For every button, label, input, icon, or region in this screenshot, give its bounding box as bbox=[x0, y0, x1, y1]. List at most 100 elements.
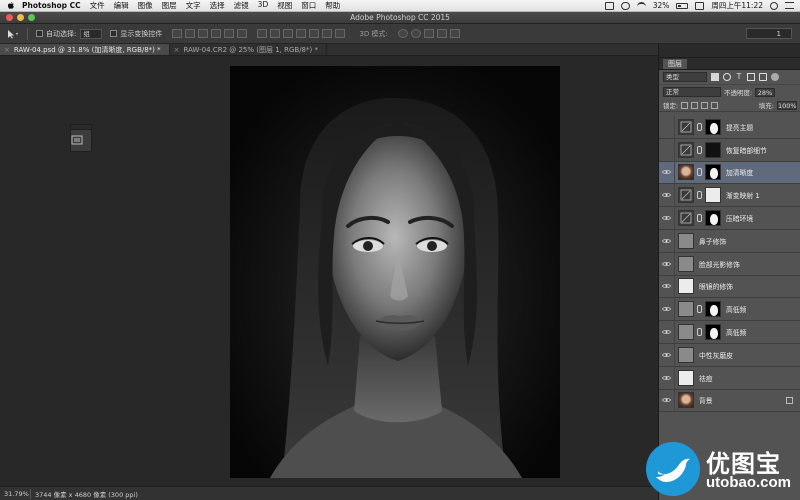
layer-row[interactable]: 祛痘 bbox=[659, 366, 800, 390]
align-right-button[interactable] bbox=[237, 29, 248, 38]
3d-slide-button[interactable] bbox=[436, 29, 447, 38]
layer-row[interactable]: 中性灰磨皮 bbox=[659, 343, 800, 367]
document-tab[interactable]: × RAW-04.psd @ 31.8% (加清晰度, RGB/8*) * bbox=[0, 44, 170, 55]
menu-item[interactable]: 帮助 bbox=[325, 0, 340, 11]
layer-name[interactable]: 压暗环境 bbox=[726, 213, 753, 223]
cloud-icon[interactable] bbox=[620, 1, 630, 10]
auto-select-dropdown[interactable]: 组 bbox=[80, 28, 103, 39]
visibility-toggle[interactable] bbox=[659, 298, 675, 321]
distribute-right-button[interactable] bbox=[322, 29, 333, 38]
properties-panel-icon[interactable] bbox=[71, 134, 83, 146]
layer-name[interactable]: 眼镜的修饰 bbox=[699, 281, 733, 291]
visibility-toggle[interactable] bbox=[659, 366, 675, 389]
3d-roll-button[interactable] bbox=[410, 29, 421, 38]
auto-align-button[interactable] bbox=[335, 29, 346, 38]
wifi-icon[interactable] bbox=[636, 1, 646, 10]
link-icon[interactable] bbox=[697, 191, 702, 200]
lock-all-icon[interactable] bbox=[711, 101, 719, 109]
visibility-toggle[interactable] bbox=[659, 275, 675, 298]
visibility-toggle[interactable] bbox=[659, 138, 675, 161]
distribute-top-button[interactable] bbox=[257, 29, 268, 38]
layer-row[interactable]: 背景 bbox=[659, 389, 800, 413]
layer-filter-kind[interactable]: 类型 bbox=[663, 72, 707, 82]
visibility-toggle[interactable] bbox=[659, 116, 675, 138]
filter-type-icon[interactable]: T bbox=[735, 73, 743, 81]
blend-mode-select[interactable]: 正常 bbox=[663, 87, 721, 97]
link-icon[interactable] bbox=[697, 168, 702, 177]
link-icon[interactable] bbox=[697, 305, 702, 314]
layer-name[interactable]: 脸部光影修饰 bbox=[699, 259, 740, 269]
link-icon[interactable] bbox=[697, 328, 702, 337]
menu-item[interactable]: 图层 bbox=[162, 0, 177, 11]
layer-mask-thumbnail[interactable] bbox=[705, 324, 721, 341]
menu-item[interactable]: 3D bbox=[258, 0, 269, 11]
layer-thumbnail[interactable] bbox=[678, 210, 694, 227]
spotlight-icon[interactable] bbox=[770, 1, 778, 10]
distribute-left-button[interactable] bbox=[296, 29, 307, 38]
notification-center-icon[interactable] bbox=[785, 2, 794, 9]
tool-preset-picker[interactable] bbox=[6, 27, 28, 40]
menu-item[interactable]: 滤镜 bbox=[234, 0, 249, 11]
visibility-toggle[interactable] bbox=[659, 321, 675, 343]
layer-row[interactable]: 脸部光影修饰 bbox=[659, 252, 800, 276]
visibility-toggle[interactable] bbox=[659, 207, 675, 229]
link-icon[interactable] bbox=[697, 145, 702, 154]
distribute-hcenter-button[interactable] bbox=[309, 29, 320, 38]
layer-name[interactable]: 渐变映射 1 bbox=[726, 190, 760, 200]
layer-row[interactable]: 恢复暗部细节 bbox=[659, 138, 800, 162]
document-info[interactable]: 3744 像素 x 4680 像素 (300 ppi) bbox=[30, 488, 138, 499]
menu-item[interactable]: 窗口 bbox=[301, 0, 316, 11]
layer-name[interactable]: 鼻子修饰 bbox=[699, 236, 726, 246]
filter-pixel-icon[interactable] bbox=[711, 73, 719, 81]
lock-position-icon[interactable] bbox=[701, 101, 709, 109]
layer-row[interactable]: 压暗环境 bbox=[659, 207, 800, 230]
layer-thumbnail[interactable] bbox=[678, 324, 694, 341]
layer-thumbnail[interactable] bbox=[678, 141, 694, 158]
zoom-window-button[interactable] bbox=[28, 14, 35, 21]
menu-item[interactable]: 文字 bbox=[186, 0, 201, 11]
layer-row[interactable]: 高低频 bbox=[659, 298, 800, 322]
close-tab-icon[interactable]: × bbox=[174, 44, 180, 56]
layer-thumbnail[interactable] bbox=[678, 255, 694, 272]
3d-scale-button[interactable] bbox=[449, 29, 460, 38]
zoom-level[interactable]: 31.79% bbox=[0, 490, 30, 498]
layer-mask-thumbnail[interactable] bbox=[705, 164, 721, 181]
document-tab[interactable]: × RAW-04.CR2 @ 25% (图层 1, RGB/8*) * bbox=[170, 44, 327, 55]
layer-row[interactable]: 眼镜的修饰 bbox=[659, 275, 800, 299]
layer-thumbnail[interactable] bbox=[678, 301, 694, 318]
menu-item[interactable]: 视图 bbox=[277, 0, 292, 11]
adobe-icon[interactable] bbox=[604, 1, 614, 10]
show-transform-checkbox[interactable] bbox=[110, 30, 118, 37]
align-vcenter-button[interactable] bbox=[185, 29, 196, 38]
document-canvas[interactable] bbox=[230, 66, 560, 478]
layer-thumbnail[interactable] bbox=[678, 187, 694, 204]
filter-smartobject-icon[interactable] bbox=[759, 73, 767, 81]
layer-thumbnail[interactable] bbox=[678, 278, 694, 295]
visibility-toggle[interactable] bbox=[659, 252, 675, 275]
lock-transparent-icon[interactable] bbox=[681, 101, 689, 109]
filter-shape-icon[interactable] bbox=[747, 73, 755, 81]
layer-row[interactable]: 高低频 bbox=[659, 321, 800, 344]
workspace-selector[interactable]: 1 bbox=[746, 28, 792, 39]
distribute-bottom-button[interactable] bbox=[283, 29, 294, 38]
menu-item[interactable]: 图像 bbox=[138, 0, 153, 11]
lock-icon[interactable] bbox=[786, 396, 793, 404]
visibility-toggle[interactable] bbox=[659, 161, 675, 184]
close-tab-icon[interactable]: × bbox=[4, 44, 10, 56]
layer-name[interactable]: 祛痘 bbox=[699, 373, 713, 383]
layer-mask-thumbnail[interactable] bbox=[705, 301, 721, 318]
align-left-button[interactable] bbox=[211, 29, 222, 38]
link-icon[interactable] bbox=[697, 214, 702, 223]
auto-select-checkbox[interactable] bbox=[36, 30, 43, 37]
layer-row[interactable]: 鼻子修饰 bbox=[659, 229, 800, 253]
lock-image-icon[interactable] bbox=[691, 101, 699, 109]
visibility-toggle[interactable] bbox=[659, 389, 675, 412]
layer-name[interactable]: 高低频 bbox=[726, 327, 746, 337]
input-method-icon[interactable] bbox=[695, 1, 705, 10]
align-bottom-button[interactable] bbox=[198, 29, 209, 38]
layer-thumbnail[interactable] bbox=[678, 346, 694, 363]
canvas-workspace[interactable] bbox=[0, 56, 658, 486]
visibility-toggle[interactable] bbox=[659, 184, 675, 207]
distribute-vcenter-button[interactable] bbox=[270, 29, 281, 38]
layer-name[interactable]: 提亮主题 bbox=[726, 122, 753, 132]
